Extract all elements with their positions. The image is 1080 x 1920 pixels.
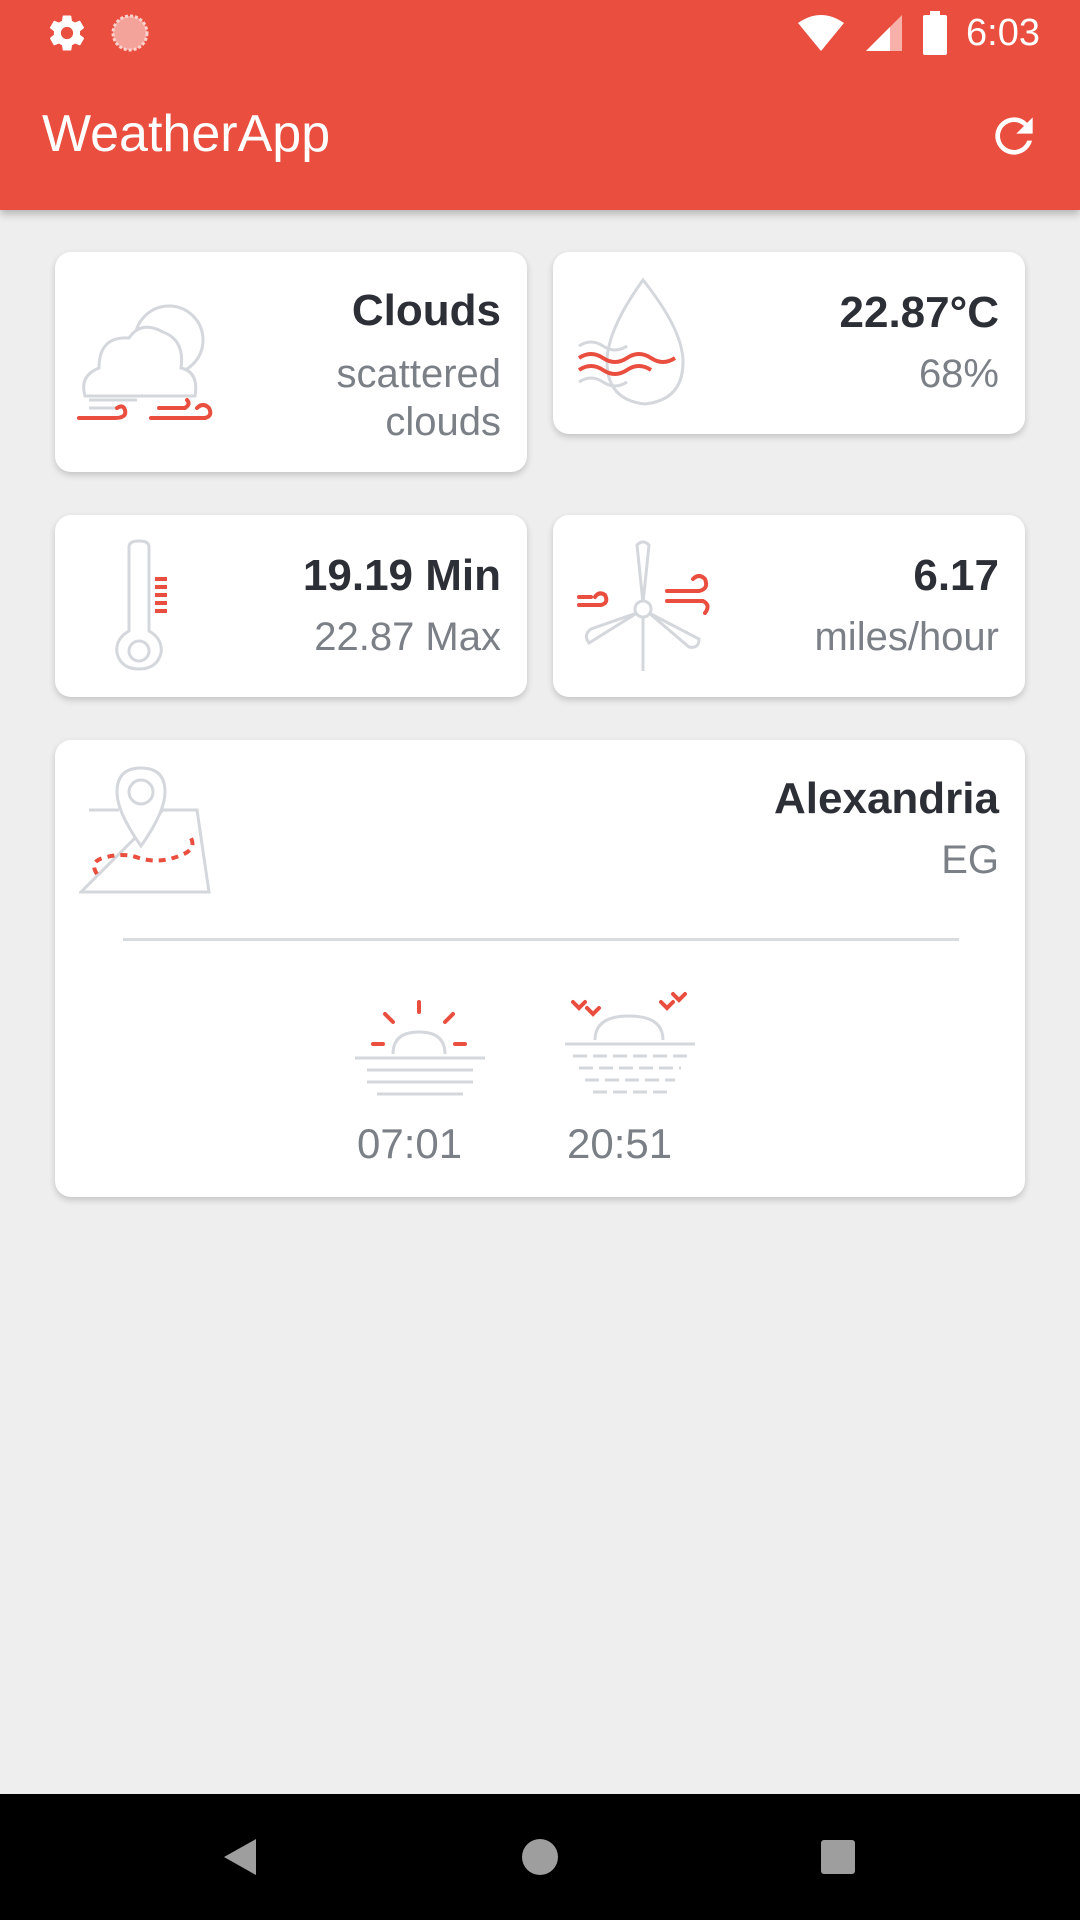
city-name: Alexandria: [774, 774, 999, 823]
condition-card: Clouds scattered clouds: [55, 252, 527, 472]
signal-icon: [866, 15, 903, 51]
app-bar: 6:03 WeatherApp: [0, 0, 1080, 210]
water-drop-icon: [577, 277, 685, 406]
sunrise-icon: [355, 1000, 485, 1096]
refresh-icon[interactable]: [986, 108, 1042, 164]
gear-icon: [49, 15, 85, 51]
recents-icon[interactable]: [808, 1827, 868, 1887]
sunrise-time: 07:01: [357, 1120, 463, 1167]
status-time: 6:03: [966, 11, 1040, 54]
min-temperature: 19.19 Min: [302, 551, 501, 600]
wind-turbine-icon: [577, 540, 710, 671]
cloud-wind-icon: [77, 304, 213, 420]
temperature-value: 22.87°C: [839, 288, 999, 337]
status-bar-right: 6:03: [796, 8, 1040, 58]
sunset-time: 20:51: [567, 1120, 673, 1167]
country-code: EG: [941, 838, 999, 882]
max-temperature: 22.87 Max: [314, 615, 501, 659]
map-pin-icon: [79, 766, 211, 894]
sunset-icon: [565, 992, 695, 1094]
sync-indicator-icon: [111, 14, 149, 52]
navigation-bar: [0, 1794, 1080, 1920]
condition-main: Clouds: [351, 286, 501, 335]
wind-card: 6.17 miles/hour: [553, 515, 1025, 697]
location-card: Alexandria EG 07:01 20:51: [55, 740, 1025, 1197]
wind-speed: 6.17: [913, 551, 999, 600]
home-icon[interactable]: [510, 1827, 570, 1887]
condition-description-line1: scattered: [336, 352, 501, 396]
humidity-value: 68%: [918, 352, 999, 396]
wind-unit: miles/hour: [814, 615, 999, 659]
back-icon[interactable]: [210, 1827, 270, 1887]
app-title: WeatherApp: [42, 105, 331, 163]
condition-description-line2: clouds: [385, 400, 501, 444]
temperature-card: 22.87°C 68%: [553, 252, 1025, 434]
thermometer-icon: [115, 539, 167, 671]
status-bar-left: [46, 10, 150, 56]
min-max-card: 19.19 Min 22.87 Max: [55, 515, 527, 697]
divider: [123, 938, 959, 941]
wifi-icon: [798, 15, 845, 51]
battery-icon: [923, 11, 948, 55]
